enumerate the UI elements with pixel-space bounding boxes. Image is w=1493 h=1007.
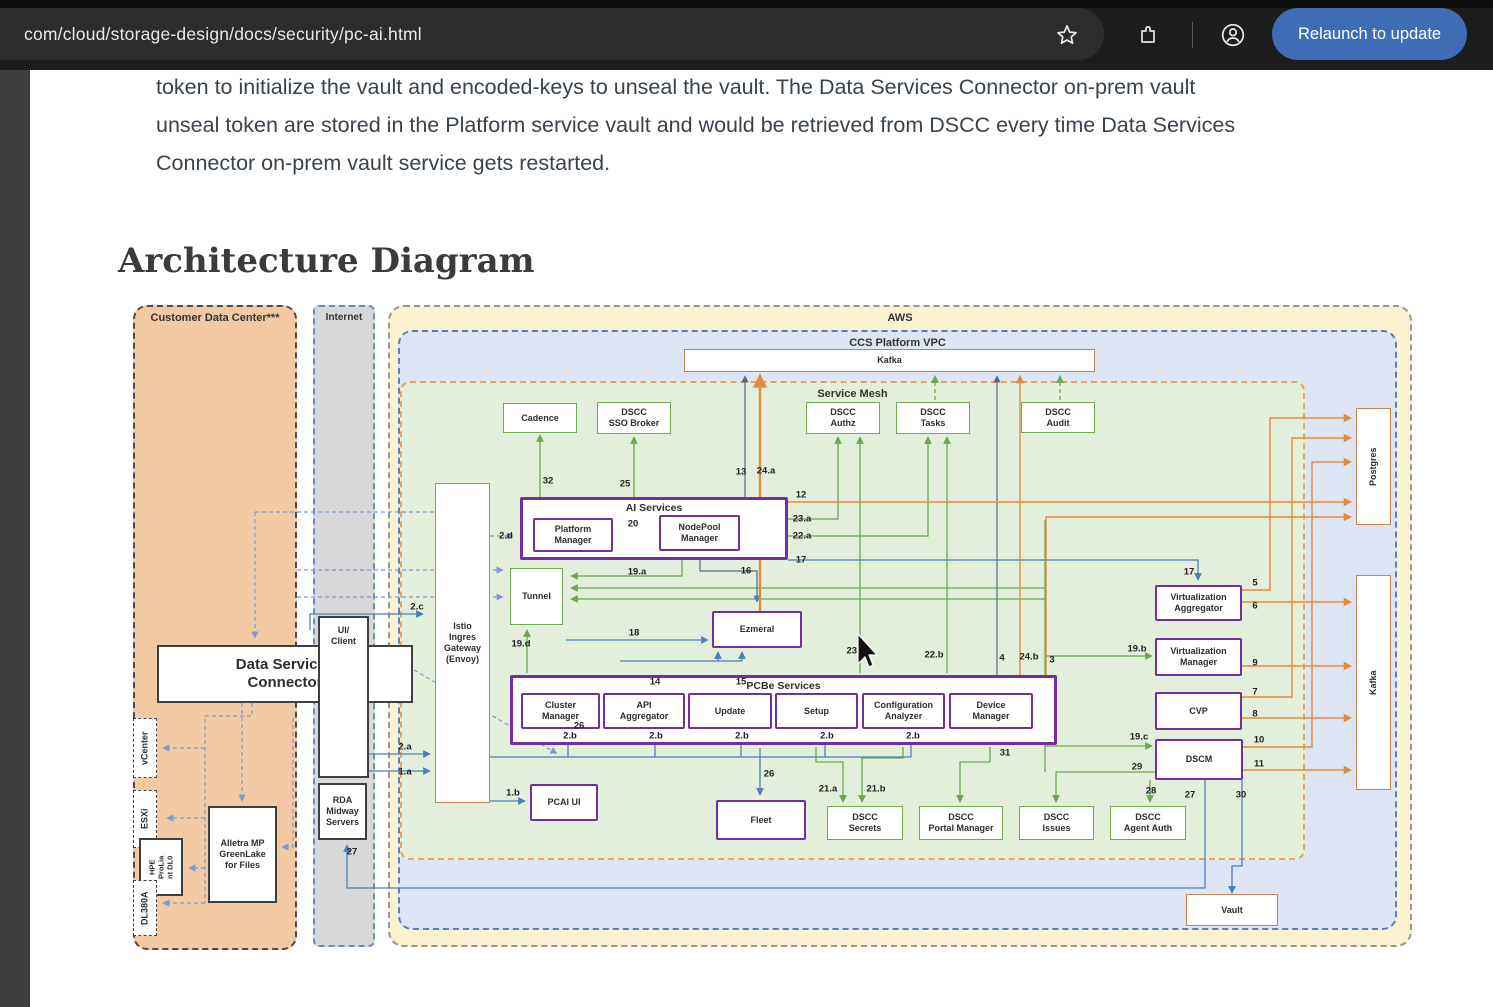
node-dl380a: DL380A [133,880,157,936]
container-label-aws: AWS [390,307,1410,324]
edge-label: 16 [741,566,752,577]
edge-label: 29 [1132,762,1143,773]
edge-label: 8 [1252,709,1257,720]
node-ezmeral: Ezmeral [712,611,802,648]
edge-label: 1.a [398,767,411,778]
node-kafka-right: Kafka [1356,575,1391,790]
node-api-aggregator: API Aggregator [603,693,685,729]
edge-label: 26 [764,769,775,780]
node-dscc-audit: DSCC Audit [1021,402,1095,433]
node-configuration-analyzer: Configuration Analyzer [862,693,945,729]
edge-label: 2.b [563,731,577,742]
node-istio-ingres-gateway: Istio Ingres Gateway (Envoy) [435,483,490,803]
node-platform-manager: Platform Manager [533,518,613,552]
edge-label: 2.b [820,731,834,742]
node-device-manager: Device Manager [949,693,1033,729]
edge-label: 18 [629,628,640,639]
node-virtualization-manager: Virtualization Manager [1155,638,1242,676]
node-dscc-tasks: DSCC Tasks [896,402,970,434]
edge-label: 23.a [793,514,812,525]
edge-label: 24.a [757,466,776,477]
edge-label: 27 [347,847,358,858]
node-postgres: Postgres [1356,408,1391,525]
node-cadence: Cadence [503,403,577,433]
edge-label: 23.b [846,646,865,657]
edge-label: 22.a [793,531,812,542]
node-vcenter: vCenter [133,718,157,778]
edge-label: 17 [796,555,807,566]
node-nodepool-manager: NodePool Manager [659,515,740,551]
edge-label: 2.d [499,531,513,542]
container-label-internet: Internet [315,307,373,323]
edge-label: 20 [628,519,639,530]
node-rda-midway-servers: RDA Midway Servers [318,783,367,840]
edge-label: 2.b [906,731,920,742]
edge-label: 9 [1252,658,1257,669]
edge-label: 28 [1146,786,1157,797]
node-dscc-sso-broker: DSCC SSO Broker [597,402,671,434]
node-cluster-manager: Cluster Manager [521,693,600,729]
node-vault: Vault [1186,894,1278,926]
edge-label: 7 [1252,687,1257,698]
edge-label: 25 [620,479,631,490]
node-dscc-agent-auth: DSCC Agent Auth [1110,806,1186,840]
container-label-customer-data-center: Customer Data Center*** [135,307,295,324]
node-ui-client: UI/ Client [318,616,369,778]
edge-label: 2.c [410,602,423,613]
edge-label: 32 [543,476,554,487]
edge-label: 4 [999,653,1004,664]
node-kafka-top: Kafka [684,349,1095,372]
node-alletra-mp-greenlake: Alletra MP GreenLake for Files [208,806,277,903]
edge-label: 22.b [924,650,943,661]
edge-label: 15 [736,677,747,688]
node-fleet: Fleet [716,800,806,840]
node-dscc-secrets: DSCC Secrets [827,806,903,840]
architecture-diagram: Customer Data Center*** Internet AWS CCS Pl… [0,0,1493,1007]
edge-label: 13 [736,467,747,478]
edge-label: 27 [1185,790,1196,801]
edge-label: 11 [1254,759,1264,770]
edge-label: 12 [796,490,807,501]
container-label-ccs-platform-vpc: CCS Platform VPC [400,332,1395,349]
node-virtualization-aggregator: Virtualization Aggregator [1155,585,1242,621]
edge-label: 2.b [649,731,663,742]
edge-label: 19.a [628,567,647,578]
edge-label: 24.b [1019,652,1038,663]
edge-label: 3 [1049,655,1054,666]
node-dscc-issues: DSCC Issues [1019,806,1094,840]
node-data-services-connector: Data Services Connector [157,645,413,703]
edge-label: 26 [574,721,585,732]
edge-label: 31 [1000,748,1011,759]
edge-label: 30 [1236,790,1247,801]
edge-label: 21.a [819,784,838,795]
node-dscc-authz: DSCC Authz [806,402,880,434]
edge-label: 5 [1252,578,1257,589]
node-dscm: DSCM [1155,739,1243,780]
edge-label: 10 [1254,735,1265,746]
node-cvp: CVP [1155,692,1242,730]
edge-label: 2.a [398,742,411,753]
node-tunnel: Tunnel [510,568,563,625]
edge-label: 17 [1184,567,1195,578]
edge-label: 14 [650,677,661,688]
edge-label: 19.c [1130,732,1149,743]
node-setup: Setup [775,693,858,729]
node-update: Update [688,693,772,729]
node-dscc-portal-manager: DSCC Portal Manager [919,806,1003,840]
edge-label: 6 [1252,601,1257,612]
edge-label: 2.b [735,731,749,742]
node-pcai-ui: PCAI UI [530,784,598,821]
edge-label: 21.b [866,784,885,795]
edge-label: 1.b [506,788,520,799]
edge-label: 19.d [511,639,530,650]
edge-label: 19.b [1127,644,1146,655]
container-label-service-mesh: Service Mesh [402,383,1303,400]
